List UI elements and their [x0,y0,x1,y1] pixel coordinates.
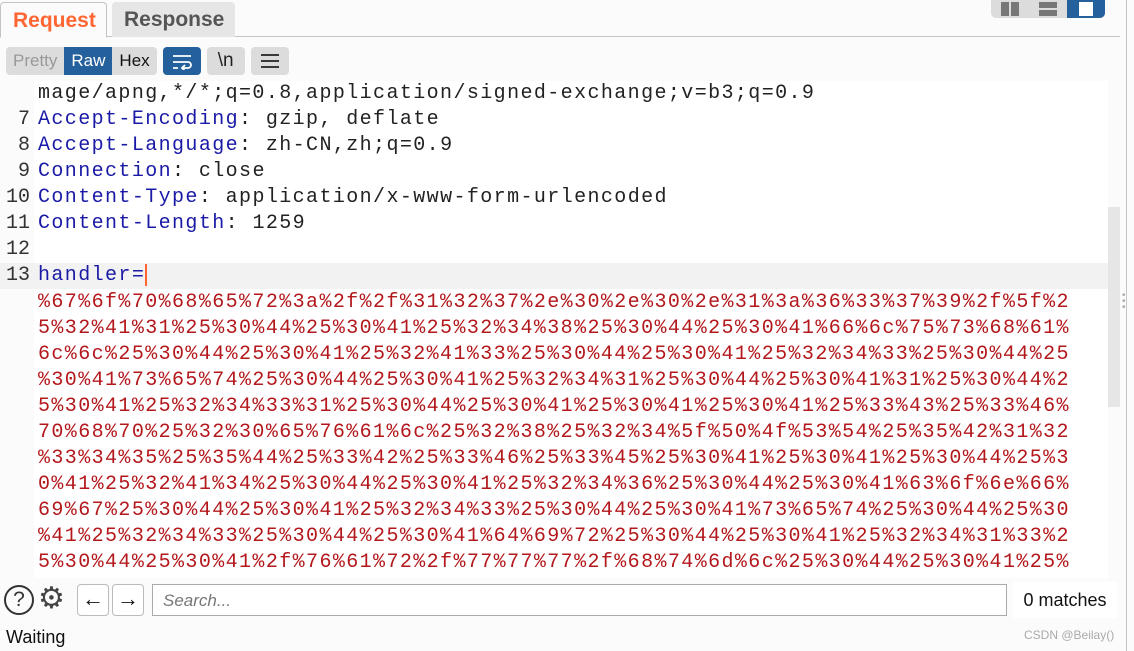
editor-line: 8 Accept-Language: zh-CN,zh;q=0.9 [0,133,1108,159]
line-text: Accept-Encoding: gzip, deflate [38,107,440,133]
resize-handle[interactable]: • • • [1122,291,1126,313]
single-pane-icon[interactable] [1067,0,1105,18]
payload-text: 5%32%41%31%25%30%44%25%30%41%25%32%34%38… [38,317,1070,340]
editor-toolbar: Pretty Raw Hex \n [6,47,289,75]
header-value: application/x-www-form-urlencoded [212,186,668,209]
divider [1126,0,1127,651]
status-text: Waiting [6,627,66,647]
next-match-button[interactable]: → [112,584,144,616]
tab-request[interactable]: Request [0,2,107,38]
search-bar: ? ⚙ ← → Search... 0 matches [0,582,1120,618]
text-cursor [145,263,148,286]
view-mode-selector: Pretty Raw Hex [6,47,157,75]
line-text: mage/apng,*/*;q=0.8,application/signed-e… [38,81,815,107]
line-text: Accept-Language: zh-CN,zh;q=0.9 [38,133,453,159]
payload-line: 70%68%70%25%32%30%65%76%61%6c%25%32%38%2… [0,420,1108,446]
payload-text: 6c%6c%25%30%44%25%30%41%25%32%41%33%25%3… [38,343,1070,366]
editor-line: 7 Accept-Encoding: gzip, deflate [0,107,1108,133]
payload-line: 69%67%25%30%44%25%30%41%25%32%34%33%25%3… [0,498,1108,524]
payload-text: 69%67%25%30%44%25%30%41%25%32%34%33%25%3… [38,499,1070,522]
editor-line: mage/apng,*/*;q=0.8,application/signed-e… [0,81,1108,107]
colon: : [239,134,253,157]
payload-text: 0%41%25%32%41%34%25%30%44%25%30%41%25%32… [38,473,1070,496]
header-name: Connection [38,160,173,183]
editor-line: 9 Connection: close [0,159,1108,185]
payload-line: %41%25%32%34%33%25%30%44%25%30%41%64%69%… [0,524,1108,550]
line-text: Content-Length: 1259 [38,211,306,237]
word-wrap-icon [172,55,192,70]
payload-text: %41%25%32%34%33%25%30%44%25%30%41%64%69%… [38,525,1070,548]
header-value: 1259 [239,212,307,235]
payload-line: 5%30%41%25%32%34%33%31%25%30%44%25%30%41… [0,394,1108,420]
payload-line: 5%30%44%25%30%41%2f%76%61%72%2f%77%77%77… [0,550,1108,576]
show-newlines-button[interactable]: \n [206,47,245,75]
payload-line: %33%34%35%25%35%44%25%33%42%25%33%46%25%… [0,446,1108,472]
payload-line: %30%41%73%65%74%25%30%44%25%30%41%25%32%… [0,368,1108,394]
header-name: Accept-Language [38,134,240,157]
line-number: 8 [17,134,30,157]
request-editor[interactable]: mage/apng,*/*;q=0.8,application/signed-e… [0,81,1108,578]
payload-text: %67%6f%70%68%65%72%3a%2f%2f%31%32%37%2e%… [38,291,1070,314]
header-name: Content-Type [38,186,199,209]
colon: : [172,160,186,183]
message-tabs: Request Response [0,0,1120,38]
help-icon[interactable]: ? [4,585,34,615]
tab-response[interactable]: Response [112,2,235,37]
editor-line: 13 handler= [0,263,1108,289]
rows-icon[interactable] [1029,0,1067,18]
payload-line: 0%41%25%32%41%34%25%30%44%25%30%41%25%32… [0,472,1108,498]
colon: : [198,186,213,209]
header-name: Accept-Encoding [38,108,240,131]
header-value: gzip, deflate [252,108,441,131]
editor-line: 10 Content-Type: application/x-www-form-u… [0,185,1108,211]
line-number: 9 [17,160,30,183]
payload-line: 5%32%41%31%25%30%44%25%30%41%25%32%34%38… [0,316,1108,342]
colon: : [225,212,240,235]
search-input[interactable]: Search... [152,584,1007,616]
hex-button[interactable]: Hex [112,47,156,75]
editor-line: 12 [0,237,1108,263]
payload-text: %30%41%73%65%74%25%30%44%25%30%41%25%32%… [38,369,1070,392]
word-wrap-button[interactable] [162,47,201,75]
raw-button[interactable]: Raw [64,47,113,75]
line-number: 10 [5,186,30,209]
header-name: Content-Length [38,212,226,235]
header-name: handler= [38,264,146,287]
payload-text: 5%30%44%25%30%41%2f%76%61%72%2f%77%77%77… [38,551,1070,574]
payload-text: %33%34%35%25%35%44%25%33%42%25%33%46%25%… [38,447,1070,470]
line-text: Connection: close [38,159,266,185]
payload-text: 70%68%70%25%32%30%65%76%61%6c%25%32%38%2… [38,421,1070,444]
editor-line: 11 Content-Length: 1259 [0,211,1108,237]
vertical-scrollbar[interactable] [1108,207,1120,407]
gear-icon[interactable]: ⚙ [38,583,65,615]
menu-button[interactable] [250,47,289,75]
payload-text: 5%30%41%25%32%34%33%31%25%30%44%25%30%41… [38,395,1070,418]
line-text: Content-Type: application/x-www-form-url… [38,185,668,211]
layout-switcher [991,0,1105,18]
line-number: 13 [5,264,30,287]
payload-line: 6c%6c%25%30%44%25%30%41%25%32%41%33%25%3… [0,342,1108,368]
line-text: handler= [38,263,148,289]
header-value: zh-CN,zh;q=0.9 [252,134,454,157]
match-count: 0 matches [1013,582,1117,618]
line-number: 11 [5,212,30,235]
payload-line: %67%6f%70%68%65%72%3a%2f%2f%31%32%37%2e%… [0,290,1108,316]
header-value: mage/apng,*/*;q=0.8,application/signed-e… [38,82,816,105]
line-number: 12 [5,238,30,261]
colon: : [239,108,253,131]
columns-icon[interactable] [991,0,1029,18]
line-number: 7 [17,108,30,131]
watermark: CSDN @Beilay() [1024,628,1115,642]
header-value: close [185,160,266,183]
hamburger-icon [260,54,279,68]
pretty-button[interactable]: Pretty [6,47,64,75]
previous-match-button[interactable]: ← [77,584,109,616]
